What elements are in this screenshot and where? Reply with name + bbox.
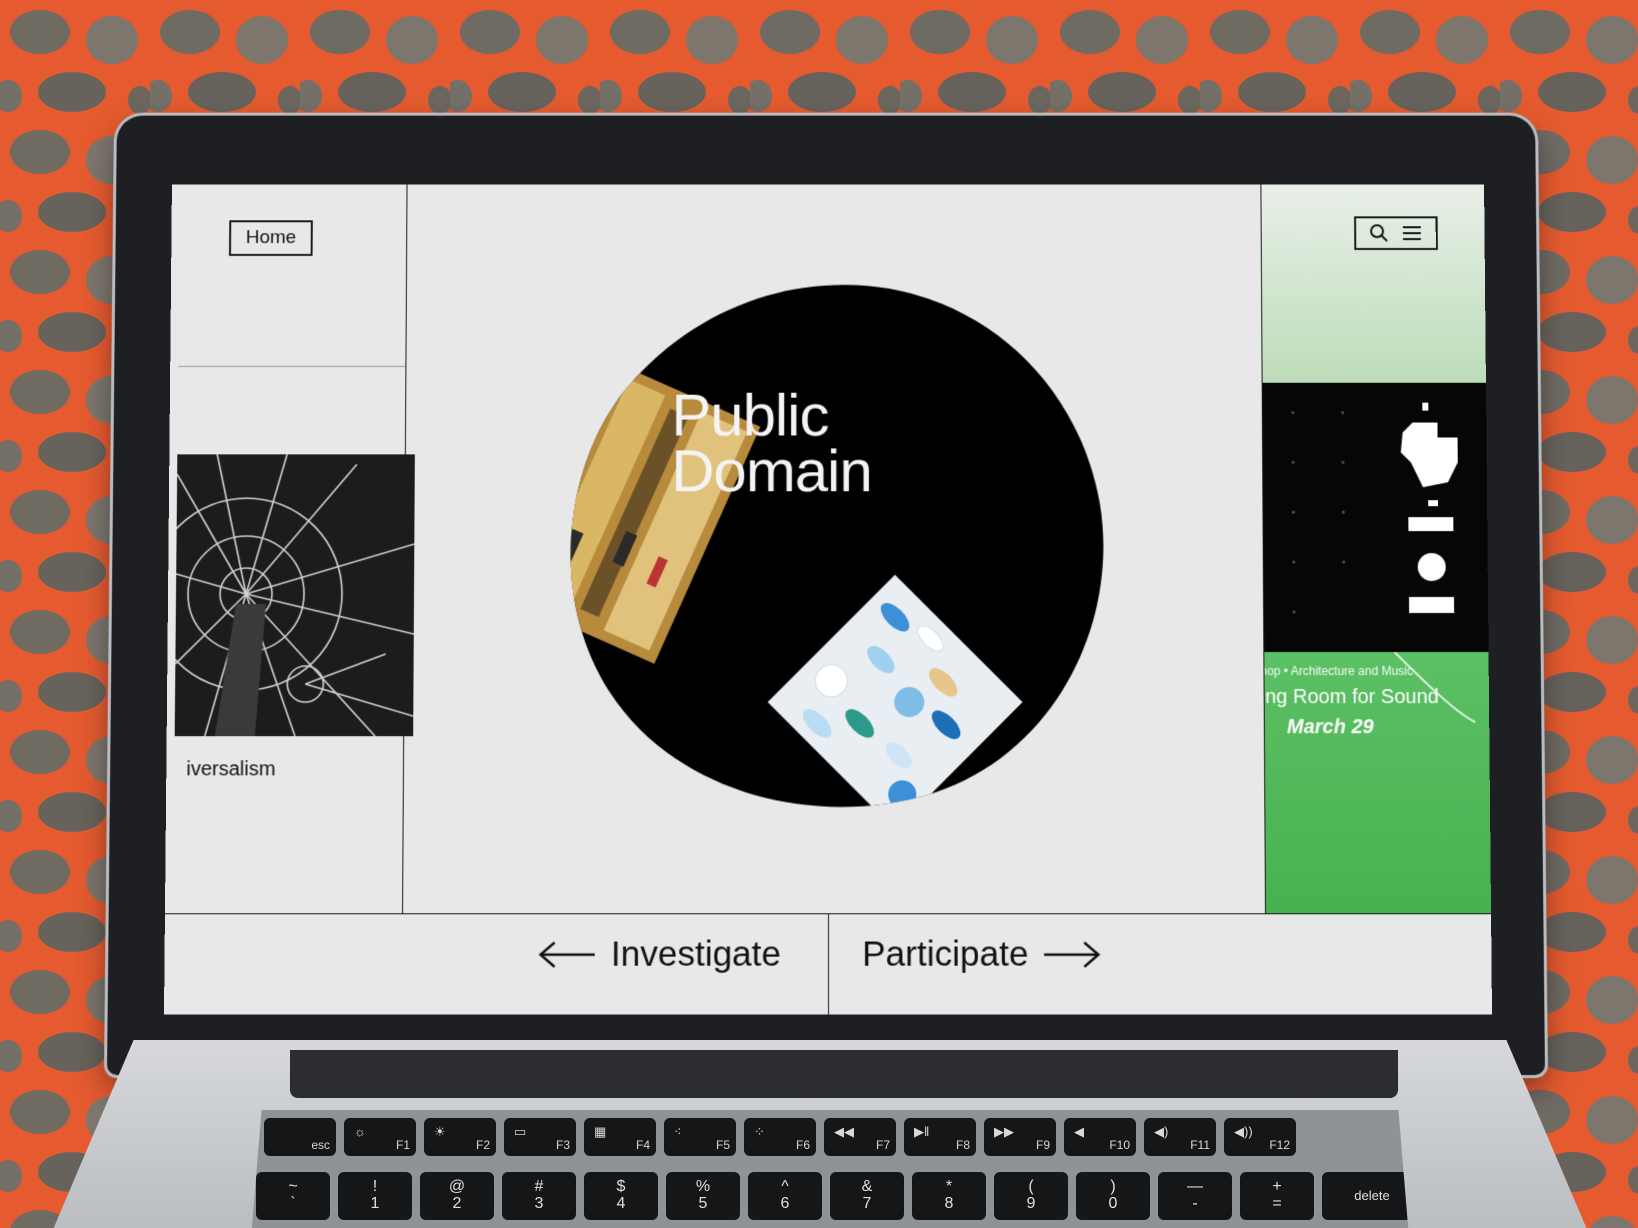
key-bottom-label: 9	[1026, 1195, 1036, 1212]
keyboard-light-down-icon: ⁖	[674, 1124, 682, 1139]
key-bottom-label: `	[290, 1195, 296, 1212]
number-key[interactable]: % 5	[666, 1172, 740, 1220]
key-top-label: )	[1110, 1178, 1116, 1196]
shattered-glass-art	[174, 454, 415, 737]
home-button[interactable]: Home	[228, 220, 313, 256]
key-top-label: &	[861, 1178, 873, 1196]
main-column: Public Domain	[403, 185, 1265, 914]
key-top-label: ^	[781, 1178, 789, 1196]
key-f11[interactable]: ◀) F11	[1144, 1118, 1216, 1156]
number-key[interactable]: & 7	[830, 1172, 904, 1220]
event-card[interactable]: hop • Architecture and Music ing Room fo…	[1264, 652, 1493, 914]
key-bottom-label: 0	[1108, 1195, 1118, 1212]
hero-title[interactable]: Public Domain	[671, 382, 871, 504]
key-bottom-label: 2	[452, 1195, 462, 1212]
key-top-label: ~	[288, 1178, 298, 1196]
brightness-up-icon: ☀	[434, 1124, 446, 1139]
key-f9[interactable]: ▶▶ F9	[984, 1118, 1056, 1156]
volume-up-icon: ◀))	[1234, 1124, 1253, 1139]
menu-icon[interactable]	[1401, 223, 1423, 243]
key-f7[interactable]: ◀◀ F7	[824, 1118, 896, 1156]
shattered-glass-image[interactable]	[174, 454, 415, 737]
key-top-label: %	[695, 1178, 711, 1196]
number-key[interactable]: ! 1	[338, 1172, 412, 1220]
number-key[interactable]: (9	[994, 1172, 1068, 1220]
fast-forward-icon: ▶▶	[994, 1124, 1014, 1139]
investigate-link[interactable]: Investigate	[536, 934, 781, 974]
volume-down-icon: ◀)	[1154, 1124, 1169, 1139]
key-bottom-label: 6	[780, 1195, 790, 1212]
bottom-nav: Investigate Participate	[163, 913, 1493, 1015]
key-f2[interactable]: ☀ F2	[424, 1118, 496, 1156]
participate-label: Participate	[862, 934, 1029, 974]
left-tile-caption[interactable]: iversalism	[186, 758, 275, 781]
investigate-label: Investigate	[610, 934, 782, 974]
left-divider	[178, 365, 406, 367]
launchpad-icon: ▦	[594, 1124, 607, 1139]
key-bottom-label: 1	[370, 1195, 380, 1212]
floor-plan-image[interactable]	[1262, 382, 1490, 653]
key-top-label: *	[945, 1178, 953, 1196]
key-bottom-label: =	[1272, 1195, 1282, 1212]
nav-divider	[828, 914, 830, 1015]
key-f1[interactable]: ☼ F1	[344, 1118, 416, 1156]
key-top-label: +	[1272, 1178, 1282, 1196]
key-f12[interactable]: ◀)) F12	[1224, 1118, 1296, 1156]
event-date: March 29	[1286, 716, 1374, 739]
key-top-label: !	[372, 1178, 378, 1196]
brightness-down-icon: ☼	[354, 1124, 366, 1139]
keyboard: esc ☼ F1 ☀ F2 ▭ F3 ▦ F4 ⁖ F5 ⁘ F6 ◀◀ F7 ▶‖ F8 ▶▶…	[250, 1110, 1410, 1228]
key-f4[interactable]: ▦ F4	[584, 1118, 656, 1156]
rewind-icon: ◀◀	[834, 1124, 854, 1139]
play-pause-icon: ▶‖	[914, 1124, 930, 1139]
arrow-left-icon	[536, 940, 596, 968]
search-icon[interactable]	[1369, 223, 1389, 243]
key-top-label: (	[1028, 1178, 1034, 1196]
floor-plan-art	[1262, 382, 1490, 653]
number-key[interactable]: — -	[1158, 1172, 1232, 1220]
photo-scene: esc ☼ F1 ☀ F2 ▭ F3 ▦ F4 ⁖ F5 ⁘ F6 ◀◀ F7 ▶‖ F8 ▶▶…	[0, 0, 1638, 1228]
number-key[interactable]: #3	[502, 1172, 576, 1220]
key-top-label: $	[616, 1178, 626, 1196]
number-key[interactable]: $4	[584, 1172, 658, 1220]
function-key-row: esc ☼ F1 ☀ F2 ▭ F3 ▦ F4 ⁖ F5 ⁘ F6 ◀◀ F7 ▶‖ F8 ▶▶…	[264, 1118, 1296, 1156]
event-meta: hop • Architecture and Music	[1264, 664, 1413, 679]
number-key[interactable]: ) 0	[1076, 1172, 1150, 1220]
public-domain-blob[interactable]	[554, 284, 1116, 813]
key-top-label: —	[1187, 1178, 1203, 1196]
right-column: hop • Architecture and Music ing Room fo…	[1260, 184, 1493, 914]
left-column: Home iversalism	[164, 184, 415, 914]
key-f6[interactable]: ⁘ F6	[744, 1118, 816, 1156]
key-esc[interactable]: esc	[264, 1118, 336, 1156]
header-icon-group	[1354, 216, 1438, 250]
number-key[interactable]: ^ 6	[748, 1172, 822, 1220]
event-title: ing Room for Sound	[1264, 686, 1439, 709]
key-top-label: @	[448, 1178, 466, 1196]
key-f10[interactable]: ◀ F10	[1064, 1118, 1136, 1156]
laptop-hinge	[290, 1050, 1398, 1098]
arrow-right-icon	[1042, 940, 1102, 968]
key-f8[interactable]: ▶‖ F8	[904, 1118, 976, 1156]
key-f5[interactable]: ⁖ F5	[664, 1118, 736, 1156]
participate-link[interactable]: Participate	[862, 934, 1103, 974]
mission-control-icon: ▭	[514, 1124, 527, 1139]
key-top-label: #	[534, 1178, 544, 1196]
key-bottom-label: 5	[698, 1195, 708, 1212]
key-bottom-label: 3	[534, 1195, 544, 1212]
delete-key-label: delete	[1354, 1188, 1390, 1204]
number-key[interactable]: ~ `	[256, 1172, 330, 1220]
number-key-row: ~ `! 1 @2 #3 $4% 5 ^ 6 & 7 * 8(9) 0— - + = delete	[256, 1172, 1410, 1220]
key-bottom-label: 8	[944, 1195, 954, 1212]
number-key[interactable]: @2	[420, 1172, 494, 1220]
key-bottom-label: -	[1192, 1195, 1198, 1212]
keyboard-light-up-icon: ⁘	[754, 1124, 765, 1139]
laptop-screen: Home iversalism Public Domain hop • Arch…	[163, 184, 1493, 1015]
key-bottom-label: 7	[862, 1195, 872, 1212]
number-key[interactable]: + =	[1240, 1172, 1314, 1220]
number-key[interactable]: * 8	[912, 1172, 986, 1220]
key-bottom-label: 4	[616, 1195, 626, 1212]
mute-icon: ◀	[1074, 1124, 1084, 1139]
key-f3[interactable]: ▭ F3	[504, 1118, 576, 1156]
